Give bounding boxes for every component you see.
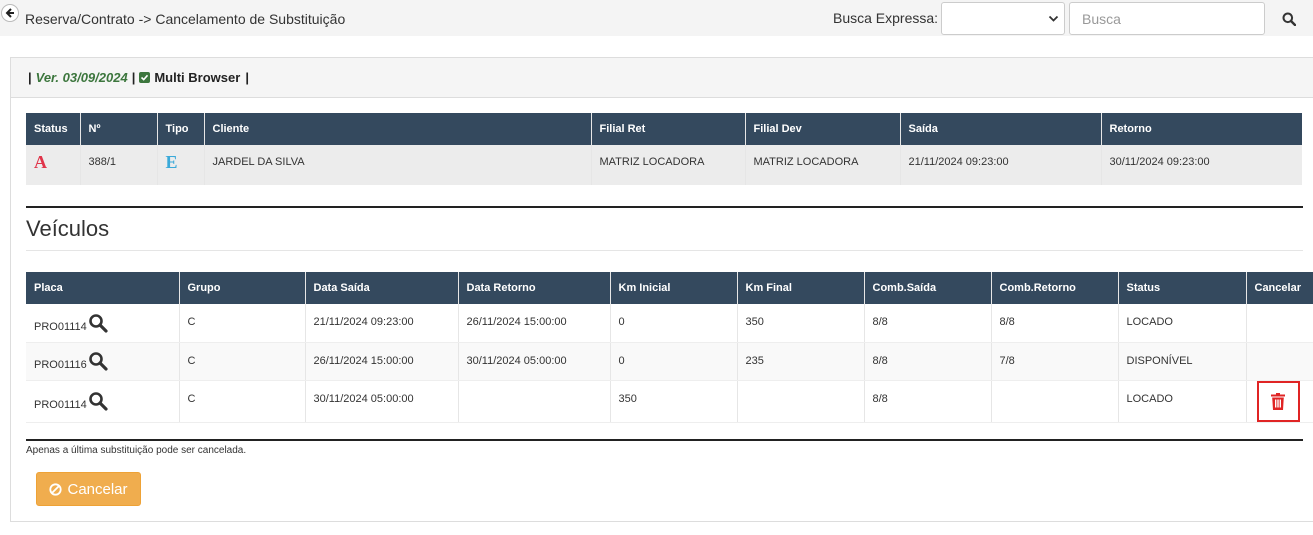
col-saida: Saída xyxy=(900,113,1102,145)
search-input[interactable] xyxy=(1069,2,1265,35)
panel-heading: | Ver. 03/09/2024 | Multi Browser | xyxy=(11,58,1313,98)
cancel-button-label: Cancelar xyxy=(67,480,128,498)
col-data-retorno: Data Retorno xyxy=(458,272,611,304)
col-cancelar: Cancelar xyxy=(1246,272,1313,304)
cancelar-cell xyxy=(1246,342,1313,381)
busca-expressa-select[interactable] xyxy=(941,2,1065,35)
separator: | xyxy=(245,70,249,85)
col-filial-dev: Filial Dev xyxy=(745,113,901,145)
placa-cell: PRO01114 xyxy=(26,380,180,423)
data-saida-cell: 26/11/2024 15:00:00 xyxy=(305,342,459,381)
comb-retorno-cell: 8/8 xyxy=(991,304,1119,343)
km-final-cell xyxy=(737,380,865,423)
saida-cell: 21/11/2024 09:23:00 xyxy=(900,145,1102,185)
col-km-final: Km Final xyxy=(737,272,865,304)
delete-substitution-button[interactable] xyxy=(1256,380,1300,422)
col-retorno: Retorno xyxy=(1101,113,1302,145)
veiculos-table: Placa Grupo Data Saída Data Retorno Km I… xyxy=(26,272,1313,423)
filial-ret-cell: MATRIZ LOCADORA xyxy=(591,145,746,185)
search-icon xyxy=(1282,12,1296,26)
col-status: Status xyxy=(1118,272,1247,304)
placa-text: PRO01116 xyxy=(34,359,87,371)
cancelar-cell xyxy=(1246,380,1313,423)
tipo-letter: E xyxy=(165,152,178,172)
comb-saida-cell: 8/8 xyxy=(864,342,992,381)
status-cell: LOCADO xyxy=(1118,304,1247,343)
col-status: Status xyxy=(26,113,81,145)
divider xyxy=(26,250,1303,251)
search-icon[interactable] xyxy=(88,391,108,411)
km-inicial-cell: 0 xyxy=(610,304,738,343)
check-square-icon xyxy=(139,72,151,83)
col-filial-ret: Filial Ret xyxy=(591,113,746,145)
data-saida-cell: 21/11/2024 09:23:00 xyxy=(305,304,459,343)
col-grupo: Grupo xyxy=(179,272,306,304)
km-final-cell: 235 xyxy=(737,342,865,381)
comb-saida-cell: 8/8 xyxy=(864,304,992,343)
grupo-cell: C xyxy=(179,304,306,343)
table-row: A 388/1 E JARDEL DA SILVA MATRIZ LOCADOR… xyxy=(26,145,1302,185)
separator: | xyxy=(28,70,32,85)
placa-cell: PRO01114 xyxy=(26,304,180,343)
trash-icon xyxy=(1271,392,1285,410)
table-row: PRO01114 C 21/11/2024 09:23:00 26/11/202… xyxy=(26,304,1313,343)
filial-dev-cell: MATRIZ LOCADORA xyxy=(745,145,901,185)
busca-expressa-label: Busca Expressa: xyxy=(833,10,939,26)
retorno-cell: 30/11/2024 09:23:00 xyxy=(1101,145,1302,185)
search-button[interactable] xyxy=(1269,2,1309,35)
status-cell: LOCADO xyxy=(1118,380,1247,423)
col-placa: Placa xyxy=(26,272,180,304)
grupo-cell: C xyxy=(179,380,306,423)
divider xyxy=(26,206,1303,208)
breadcrumb: Reserva/Contrato -> Cancelamento de Subs… xyxy=(25,11,346,27)
ban-icon xyxy=(49,482,63,496)
placa-cell: PRO01116 xyxy=(26,342,180,381)
col-cliente: Cliente xyxy=(204,113,592,145)
col-comb-retorno: Comb.Retorno xyxy=(991,272,1119,304)
placa-text: PRO01114 xyxy=(34,399,87,411)
search-icon[interactable] xyxy=(88,351,108,371)
search-icon[interactable] xyxy=(88,313,108,333)
contract-table: Status Nº Tipo Cliente Filial Ret Filial… xyxy=(26,113,1302,185)
comb-saida-cell: 8/8 xyxy=(864,380,992,423)
numero-cell: 388/1 xyxy=(80,145,158,185)
version-label: Ver. 03/09/2024 xyxy=(35,70,128,85)
tipo-cell: E xyxy=(157,145,205,185)
separator: | xyxy=(131,70,136,85)
multi-browser-label: Multi Browser xyxy=(154,70,241,85)
col-comb-saida: Comb.Saída xyxy=(864,272,992,304)
col-km-inicial: Km Inicial xyxy=(610,272,738,304)
data-retorno-cell: 30/11/2024 05:00:00 xyxy=(458,342,611,381)
placa-text: PRO01114 xyxy=(34,320,87,333)
cancelar-cell xyxy=(1246,304,1313,343)
comb-retorno-cell: 7/8 xyxy=(991,342,1119,381)
data-retorno-cell: 26/11/2024 15:00:00 xyxy=(458,304,611,343)
contract-header-row: Status Nº Tipo Cliente Filial Ret Filial… xyxy=(26,113,1302,145)
col-tipo: Tipo xyxy=(157,113,205,145)
data-saida-cell: 30/11/2024 05:00:00 xyxy=(305,380,459,423)
col-numero: Nº xyxy=(80,113,158,145)
top-bar: Reserva/Contrato -> Cancelamento de Subs… xyxy=(0,0,1313,36)
status-cell: DISPONÍVEL xyxy=(1118,342,1247,381)
km-final-cell: 350 xyxy=(737,304,865,343)
status-letter: A xyxy=(34,152,47,172)
km-inicial-cell: 350 xyxy=(610,380,738,423)
cliente-cell: JARDEL DA SILVA xyxy=(204,145,592,185)
km-inicial-cell: 0 xyxy=(610,342,738,381)
back-button[interactable] xyxy=(1,4,19,22)
cancel-button[interactable]: Cancelar xyxy=(36,472,141,506)
veiculos-header-row: Placa Grupo Data Saída Data Retorno Km I… xyxy=(26,272,1313,304)
veiculos-title: Veículos xyxy=(26,216,110,241)
table-row: PRO01114 C 30/11/2024 05:00:00 350 8/8 L… xyxy=(26,380,1313,423)
status-cell: A xyxy=(26,145,81,185)
table-row: PRO01116 C 26/11/2024 15:00:00 30/11/202… xyxy=(26,342,1313,381)
col-data-saida: Data Saída xyxy=(305,272,459,304)
note-text: Apenas a última substituição pode ser ca… xyxy=(26,445,247,456)
grupo-cell: C xyxy=(179,342,306,381)
comb-retorno-cell xyxy=(991,380,1119,423)
chevron-down-icon xyxy=(1048,15,1059,22)
arrow-left-icon xyxy=(5,8,14,18)
divider xyxy=(26,439,1303,441)
data-retorno-cell xyxy=(458,380,611,423)
